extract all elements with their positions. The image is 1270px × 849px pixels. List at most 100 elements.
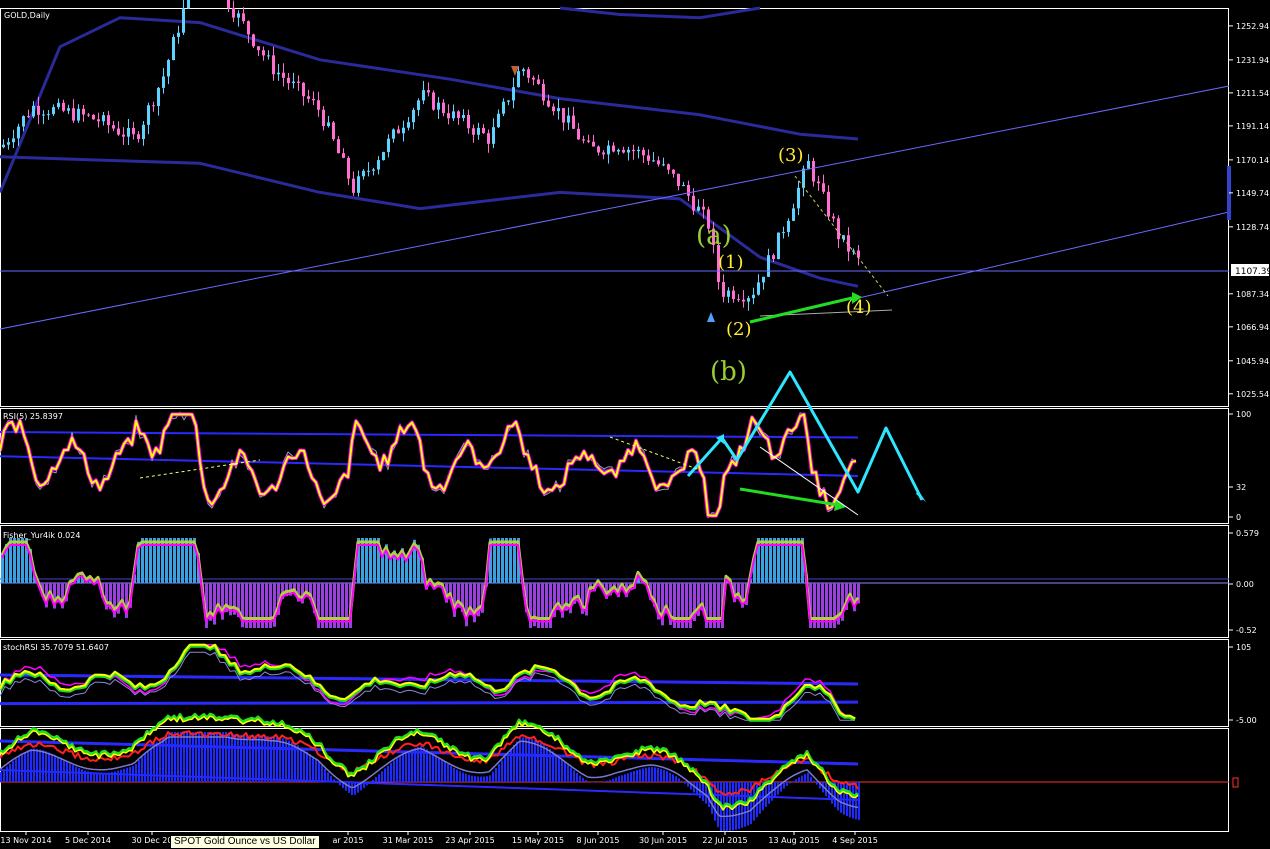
price-candle bbox=[682, 185, 685, 186]
oscillator-histogram-bar bbox=[669, 773, 671, 782]
oscillator-histogram-bar bbox=[219, 732, 221, 782]
oscillator-histogram-bar bbox=[663, 770, 665, 782]
price-candle bbox=[257, 46, 260, 50]
price-candle bbox=[32, 106, 35, 117]
oscillator-histogram-bar bbox=[627, 773, 629, 782]
oscillator-histogram-bar bbox=[111, 772, 113, 782]
oscillator-histogram-bar bbox=[510, 749, 512, 782]
oscillator-histogram-bar bbox=[675, 776, 677, 782]
price-candle bbox=[752, 295, 755, 298]
rsi-signal-line bbox=[0, 412, 856, 518]
oscillator-histogram-bar bbox=[465, 774, 467, 782]
envelope-upper bbox=[0, 18, 858, 193]
price-candle bbox=[227, 0, 230, 8]
stochrsi-panel-title: stochRSI 35.7079 51.6407 bbox=[3, 643, 109, 652]
price-candle bbox=[687, 185, 690, 196]
x-tick-label: 13 Nov 2014 bbox=[0, 836, 51, 845]
price-candle bbox=[472, 128, 475, 135]
price-candle bbox=[82, 109, 85, 115]
oscillator-histogram-bar bbox=[102, 773, 104, 782]
price-candle bbox=[767, 255, 770, 277]
oscillator-histogram-bar bbox=[69, 764, 71, 782]
oscillator-histogram-bar bbox=[594, 782, 596, 783]
price-candle bbox=[662, 164, 665, 165]
oscillator-histogram-bar bbox=[789, 782, 791, 783]
price-candle bbox=[567, 116, 570, 123]
oscillator-histogram-bar bbox=[591, 782, 593, 783]
oscillator-histogram-bar bbox=[357, 782, 359, 793]
price-candle bbox=[782, 232, 785, 233]
price-candle bbox=[487, 133, 490, 144]
oscillator-histogram-bar bbox=[483, 776, 485, 782]
oscillator-histogram-bar bbox=[63, 760, 65, 782]
price-candle bbox=[432, 92, 435, 109]
rsi-y-tick-label: 100 bbox=[1236, 410, 1251, 419]
oscillator-histogram-bar bbox=[666, 771, 668, 782]
rsi-y-tick-label: 32 bbox=[1236, 483, 1246, 492]
oscillator-value-marker bbox=[1233, 778, 1238, 787]
oscillator-histogram-bar bbox=[153, 745, 155, 782]
oscillator-histogram-bar bbox=[381, 771, 383, 782]
price-candle bbox=[147, 105, 150, 125]
price-candle bbox=[597, 147, 600, 153]
price-candle bbox=[642, 150, 645, 155]
price-candle bbox=[742, 300, 745, 302]
oscillator-histogram-bar bbox=[795, 779, 797, 782]
oscillator-histogram-bar bbox=[228, 732, 230, 782]
x-tick-label: 8 Jun 2015 bbox=[576, 836, 619, 845]
oscillator-histogram-bar bbox=[156, 742, 158, 782]
price-y-tick-label: 1170.14 bbox=[1236, 156, 1269, 165]
fisher-y-tick-label: 0.579 bbox=[1236, 529, 1259, 538]
oscillator-histogram-bar bbox=[24, 752, 26, 782]
price-candle bbox=[617, 150, 620, 152]
oscillator-histogram-bar bbox=[60, 758, 62, 782]
price-candle bbox=[12, 138, 15, 142]
price-candle bbox=[562, 108, 565, 122]
price-candle bbox=[532, 78, 535, 80]
price-candle bbox=[62, 103, 65, 111]
price-candle bbox=[127, 128, 130, 137]
rsi-y-tick-label: 0 bbox=[1236, 513, 1241, 522]
price-y-tick-label: 1149.74 bbox=[1236, 189, 1269, 198]
price-candle bbox=[137, 134, 140, 139]
oscillator-histogram-bar bbox=[513, 745, 515, 782]
oscillator-histogram-bar bbox=[105, 773, 107, 782]
price-candle bbox=[482, 128, 485, 133]
price-candle bbox=[167, 60, 170, 76]
price-candle bbox=[37, 106, 40, 115]
price-y-tick-label: 1252.94 bbox=[1236, 22, 1269, 31]
oscillator-histogram-bar bbox=[738, 782, 740, 829]
price-candle bbox=[102, 115, 105, 121]
oscillator-histogram-bar bbox=[372, 780, 374, 782]
oscillator-histogram-bar bbox=[150, 748, 152, 782]
oscillator-histogram-bar bbox=[204, 732, 206, 782]
oscillator-histogram-bar bbox=[48, 752, 50, 782]
price-candle bbox=[177, 33, 180, 37]
price-candle bbox=[722, 282, 725, 297]
oscillator-histogram-bar bbox=[528, 738, 530, 782]
price-candle bbox=[397, 129, 400, 133]
oscillator-histogram-bar bbox=[258, 735, 260, 782]
price-candle bbox=[547, 101, 550, 107]
price-candle bbox=[577, 129, 580, 140]
price-candle bbox=[87, 115, 90, 116]
oscillator-histogram-bar bbox=[72, 765, 74, 782]
price-panel-title: GOLD,Daily bbox=[4, 11, 50, 20]
price-candle bbox=[407, 122, 410, 128]
oscillator-histogram-bar bbox=[333, 779, 335, 782]
price-candle bbox=[252, 34, 255, 46]
price-y-tick-label: 1211.54 bbox=[1236, 89, 1269, 98]
oscillator-histogram-bar bbox=[297, 745, 299, 782]
price-candle bbox=[377, 160, 380, 169]
rsi-panel-title: RSI(5) 25.8397 bbox=[3, 412, 63, 421]
oscillator-histogram-bar bbox=[135, 764, 137, 782]
oscillator-histogram-bar bbox=[849, 782, 851, 817]
oscillator-histogram-bar bbox=[171, 732, 173, 782]
price-candle bbox=[372, 169, 375, 170]
price-candle bbox=[77, 109, 80, 121]
oscillator-histogram-bar bbox=[300, 747, 302, 782]
oscillator-histogram-bar bbox=[240, 735, 242, 782]
oscillator-histogram-bar bbox=[438, 758, 440, 782]
oscillator-histogram-bar bbox=[399, 756, 401, 782]
oscillator-histogram-bar bbox=[396, 758, 398, 782]
